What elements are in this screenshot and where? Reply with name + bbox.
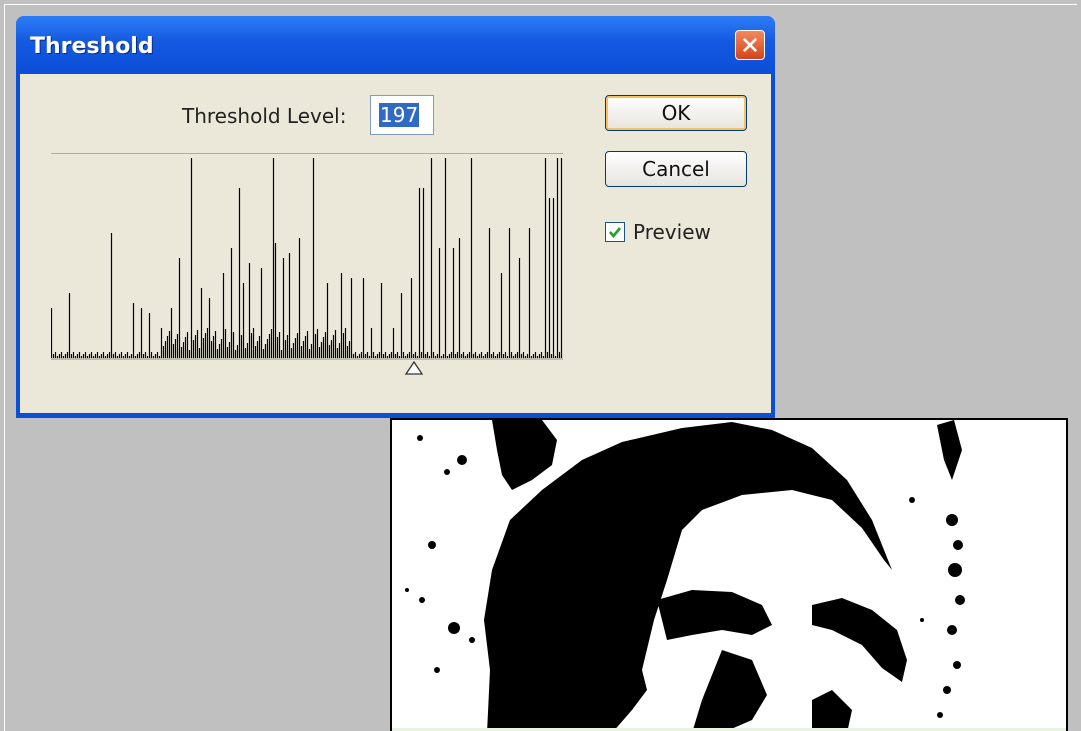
dialog-client: Threshold Level: 197 OK Cancel Preview [20, 74, 771, 413]
preview-checkbox[interactable] [605, 222, 625, 242]
threshold-level-label: Threshold Level: [182, 104, 347, 128]
checkmark-icon [609, 227, 622, 239]
threshold-slider[interactable] [404, 360, 424, 377]
dialog-title: Threshold [30, 34, 154, 59]
dialog-titlebar[interactable]: Threshold [16, 16, 775, 74]
preview-label: Preview [633, 220, 711, 244]
threshold-dialog: Threshold Threshold Level: 197 OK Cancel [16, 16, 775, 418]
document-canvas[interactable] [390, 418, 1068, 731]
close-icon [743, 38, 757, 52]
threshold-level-value: 197 [379, 103, 420, 127]
threshold-level-input[interactable]: 197 [370, 95, 434, 135]
slider-thumb-icon [404, 360, 424, 375]
close-button[interactable] [735, 30, 765, 60]
histogram [51, 153, 563, 358]
ok-button[interactable]: OK [605, 95, 747, 131]
threshold-image [405, 420, 965, 731]
histogram-bars [51, 158, 563, 358]
preview-option[interactable]: Preview [605, 220, 711, 244]
histogram-slider-track[interactable] [51, 358, 563, 360]
cancel-button[interactable]: Cancel [605, 151, 747, 187]
